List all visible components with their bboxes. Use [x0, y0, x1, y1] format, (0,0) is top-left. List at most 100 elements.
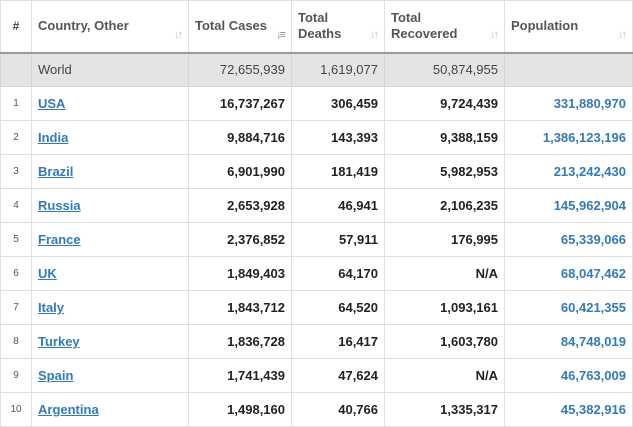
sort-arrows-icon[interactable]: ↓↑: [618, 27, 627, 43]
country-link[interactable]: UK: [38, 266, 57, 281]
country-cell: Argentina: [31, 392, 189, 427]
country-cell: Russia: [31, 188, 189, 223]
total-deaths-cell: 143,393: [291, 120, 385, 155]
country-link[interactable]: India: [38, 130, 68, 145]
table-row: 3 Brazil 6,901,990 181,419 5,982,953 213…: [0, 154, 633, 189]
country-link[interactable]: Brazil: [38, 164, 73, 179]
total-cases-cell: 1,498,160: [188, 392, 292, 427]
total-recovered-cell: N/A: [384, 358, 505, 393]
population-cell: 46,763,009: [504, 358, 633, 393]
column-header-total-deaths-label: Total Deaths: [298, 10, 342, 42]
world-total-cases: 72,655,939: [188, 52, 292, 87]
world-total-recovered: 50,874,955: [384, 52, 505, 87]
column-header-country[interactable]: Country, Other ↓↑: [31, 0, 189, 54]
header-row: # Country, Other ↓↑ Total Cases ↓≡ Total…: [0, 0, 633, 54]
column-header-total-cases-label: Total Cases: [195, 18, 268, 34]
total-cases-cell: 1,843,712: [188, 290, 292, 325]
country-cell: USA: [31, 86, 189, 121]
table-row: 10 Argentina 1,498,160 40,766 1,335,317 …: [0, 392, 633, 427]
table-body: World 72,655,939 1,619,077 50,874,955 1 …: [0, 52, 633, 427]
total-deaths-cell: 46,941: [291, 188, 385, 223]
total-deaths-cell: 306,459: [291, 86, 385, 121]
column-header-country-label: Country, Other: [38, 18, 129, 34]
total-deaths-cell: 64,520: [291, 290, 385, 325]
total-recovered-cell: N/A: [384, 256, 505, 291]
table-row: 8 Turkey 1,836,728 16,417 1,603,780 84,7…: [0, 324, 633, 359]
stats-table: # Country, Other ↓↑ Total Cases ↓≡ Total…: [0, 0, 633, 427]
population-cell: 145,962,904: [504, 188, 633, 223]
population-cell: 68,047,462: [504, 256, 633, 291]
column-header-total-cases[interactable]: Total Cases ↓≡: [188, 0, 292, 54]
table-row: 4 Russia 2,653,928 46,941 2,106,235 145,…: [0, 188, 633, 223]
country-link[interactable]: Argentina: [38, 402, 99, 417]
country-cell: France: [31, 222, 189, 257]
total-cases-cell: 1,741,439: [188, 358, 292, 393]
rank-cell: 8: [0, 324, 32, 359]
sort-arrows-icon[interactable]: ↓↑: [370, 27, 379, 43]
total-deaths-cell: 47,624: [291, 358, 385, 393]
country-link[interactable]: Spain: [38, 368, 73, 383]
country-cell: Italy: [31, 290, 189, 325]
population-cell: 1,386,123,196: [504, 120, 633, 155]
world-total-deaths: 1,619,077: [291, 52, 385, 87]
country-link[interactable]: France: [38, 232, 81, 247]
total-recovered-cell: 1,335,317: [384, 392, 505, 427]
rank-cell: 2: [0, 120, 32, 155]
table-row: 1 USA 16,737,267 306,459 9,724,439 331,8…: [0, 86, 633, 121]
rank-cell: 7: [0, 290, 32, 325]
total-recovered-cell: 1,093,161: [384, 290, 505, 325]
total-deaths-cell: 16,417: [291, 324, 385, 359]
rank-cell: 3: [0, 154, 32, 189]
column-header-population[interactable]: Population ↓↑: [504, 0, 633, 54]
country-cell: UK: [31, 256, 189, 291]
table-row: 6 UK 1,849,403 64,170 N/A 68,047,462: [0, 256, 633, 291]
rank-cell: 6: [0, 256, 32, 291]
table-row: 5 France 2,376,852 57,911 176,995 65,339…: [0, 222, 633, 257]
world-population: [504, 52, 633, 87]
population-cell: 84,748,019: [504, 324, 633, 359]
country-cell: Spain: [31, 358, 189, 393]
total-recovered-cell: 2,106,235: [384, 188, 505, 223]
country-link[interactable]: USA: [38, 96, 65, 111]
rank-cell: 1: [0, 86, 32, 121]
total-deaths-cell: 40,766: [291, 392, 385, 427]
country-link[interactable]: Russia: [38, 198, 81, 213]
world-total-row: World 72,655,939 1,619,077 50,874,955: [0, 52, 633, 87]
column-header-total-deaths[interactable]: Total Deaths ↓↑: [291, 0, 385, 54]
rank-cell: 9: [0, 358, 32, 393]
country-cell: Turkey: [31, 324, 189, 359]
population-cell: 65,339,066: [504, 222, 633, 257]
country-link[interactable]: Italy: [38, 300, 64, 315]
total-recovered-cell: 176,995: [384, 222, 505, 257]
population-cell: 213,242,430: [504, 154, 633, 189]
total-recovered-cell: 5,982,953: [384, 154, 505, 189]
population-cell: 45,382,916: [504, 392, 633, 427]
total-recovered-cell: 1,603,780: [384, 324, 505, 359]
population-cell: 331,880,970: [504, 86, 633, 121]
table-header: # Country, Other ↓↑ Total Cases ↓≡ Total…: [0, 0, 633, 54]
sort-arrows-icon[interactable]: ↓↑: [490, 27, 499, 43]
total-cases-cell: 16,737,267: [188, 86, 292, 121]
table-row: 2 India 9,884,716 143,393 9,388,159 1,38…: [0, 120, 633, 155]
world-rank-cell: [0, 52, 32, 87]
country-cell: Brazil: [31, 154, 189, 189]
total-cases-cell: 9,884,716: [188, 120, 292, 155]
table-row: 7 Italy 1,843,712 64,520 1,093,161 60,42…: [0, 290, 633, 325]
total-cases-cell: 2,653,928: [188, 188, 292, 223]
rank-cell: 4: [0, 188, 32, 223]
column-header-total-recovered-label: Total Recovered: [391, 10, 458, 42]
column-header-rank[interactable]: #: [0, 0, 32, 54]
column-header-population-label: Population: [511, 18, 579, 34]
sort-arrows-icon[interactable]: ↓↑: [174, 27, 183, 43]
total-deaths-cell: 57,911: [291, 222, 385, 257]
column-header-total-recovered[interactable]: Total Recovered ↓↑: [384, 0, 505, 54]
sort-descending-icon[interactable]: ↓≡: [276, 27, 286, 43]
total-recovered-cell: 9,724,439: [384, 86, 505, 121]
country-link[interactable]: Turkey: [38, 334, 80, 349]
total-cases-cell: 1,836,728: [188, 324, 292, 359]
total-deaths-cell: 181,419: [291, 154, 385, 189]
rank-cell: 10: [0, 392, 32, 427]
total-recovered-cell: 9,388,159: [384, 120, 505, 155]
total-cases-cell: 6,901,990: [188, 154, 292, 189]
column-header-rank-label: #: [12, 19, 20, 34]
